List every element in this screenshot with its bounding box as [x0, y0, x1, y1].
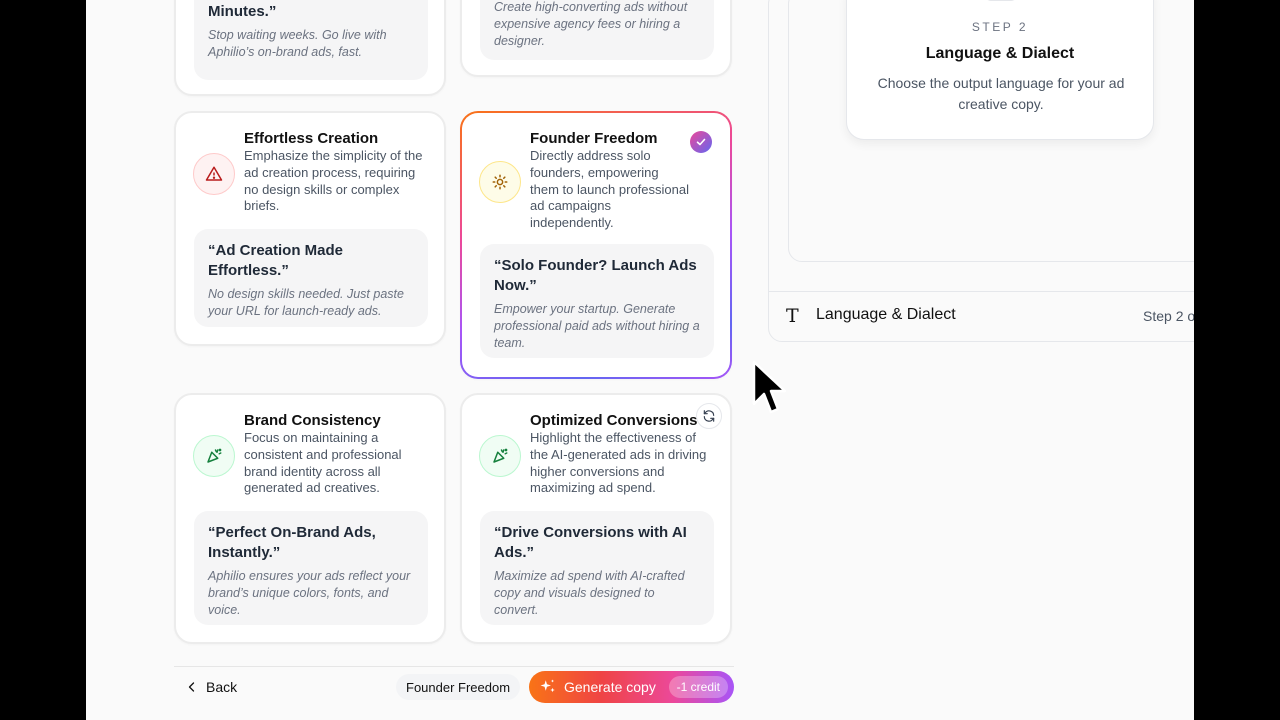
quote-box: “Launch Paid Ads in 5 Minutes.” Stop wai… — [194, 0, 428, 80]
quote-subtext: Maximize ad spend with AI-crafted copy a… — [494, 569, 685, 617]
sun-icon — [479, 161, 521, 203]
credit-badge: -1 credit — [668, 676, 728, 698]
quote-subtext: Create high-converting ads without expen… — [494, 0, 688, 48]
back-label: Back — [206, 679, 238, 695]
quote-box: “Drive Conversions with AI Ads.” Maximiz… — [480, 511, 714, 625]
angle-card-launch-fast[interactable]: “Launch Paid Ads in 5 Minutes.” Stop wai… — [174, 0, 446, 96]
chevron-left-icon — [188, 682, 195, 692]
text-type-icon: T — [786, 305, 799, 327]
step-title: Language & Dialect — [925, 45, 1075, 62]
quote-title: “Drive Conversions with AI Ads.” — [494, 524, 687, 561]
card-title: Effortless Creation — [244, 130, 379, 147]
angle-card-brand-consistency[interactable]: Brand Consistency Focus on maintaining a… — [174, 393, 446, 644]
quote-title: “Launch Paid Ads in 5 Minutes.” — [208, 3, 277, 20]
quote-title: “Ad Creation Made Effortless.” — [208, 242, 344, 279]
generate-copy-button[interactable]: Generate copy -1 credit — [529, 671, 734, 703]
card-description: Directly address solo founders, empoweri… — [530, 148, 689, 231]
step-row-title[interactable]: Language & Dialect — [816, 306, 956, 324]
sparkles-icon — [540, 679, 555, 693]
step-description: Choose the output language for your ad c… — [877, 75, 1125, 112]
quote-box: Create high-converting ads without expen… — [480, 0, 714, 60]
card-description: Highlight the effectiveness of the AI-ge… — [530, 430, 707, 496]
quote-title: “Solo Founder? Launch Ads Now.” — [494, 257, 697, 294]
quote-subtext: No design skills needed. Just paste your… — [208, 287, 404, 318]
step-row-divider — [769, 291, 1194, 292]
selected-angle-chip: Founder Freedom — [396, 674, 521, 700]
back-button[interactable]: Back — [186, 676, 237, 698]
page: “Launch Paid Ads in 5 Minutes.” Stop wai… — [86, 0, 1194, 720]
angle-card-no-agency[interactable]: Create high-converting ads without expen… — [460, 0, 732, 77]
card-description: Emphasize the simplicity of the ad creat… — [244, 148, 423, 214]
quote-title: “Perfect On-Brand Ads, Instantly.” — [208, 524, 376, 561]
quote-subtext: Stop waiting weeks. Go live with Aphilio… — [208, 28, 387, 59]
step-card-notch — [985, 0, 1017, 1]
quote-box: “Perfect On-Brand Ads, Instantly.” Aphil… — [194, 511, 428, 625]
angle-card-founder-freedom[interactable]: Founder Freedom Directly address solo fo… — [460, 111, 732, 379]
check-icon — [690, 131, 712, 153]
warning-triangle-icon — [193, 153, 235, 195]
generate-copy-label: Generate copy — [564, 679, 656, 695]
quote-box: “Ad Creation Made Effortless.” No design… — [194, 229, 428, 327]
angle-card-effortless-creation[interactable]: Effortless Creation Emphasize the simpli… — [174, 111, 446, 346]
party-popper-icon — [193, 435, 235, 477]
regenerate-icon[interactable] — [696, 403, 722, 429]
card-title: Brand Consistency — [244, 412, 381, 429]
step-label: STEP 2 — [971, 20, 1029, 34]
card-description: Focus on maintaining a consistent and pr… — [244, 430, 402, 496]
quote-box: “Solo Founder? Launch Ads Now.” Empower … — [480, 244, 714, 358]
angle-card-optimized-conversions[interactable]: Optimized Conversions Highlight the effe… — [460, 393, 732, 644]
card-title: Founder Freedom — [530, 130, 658, 147]
footer-divider — [174, 666, 734, 667]
step-row-counter: Step 2 o — [1143, 308, 1194, 324]
quote-subtext: Aphilio ensures your ads reflect your br… — [208, 569, 411, 617]
party-popper-icon — [479, 435, 521, 477]
step-card: STEP 2 Language & Dialect Choose the out… — [846, 0, 1154, 140]
mouse-cursor-icon — [752, 360, 787, 414]
quote-subtext: Empower your startup. Generate professio… — [494, 302, 700, 350]
card-title: Optimized Conversions — [530, 412, 698, 429]
